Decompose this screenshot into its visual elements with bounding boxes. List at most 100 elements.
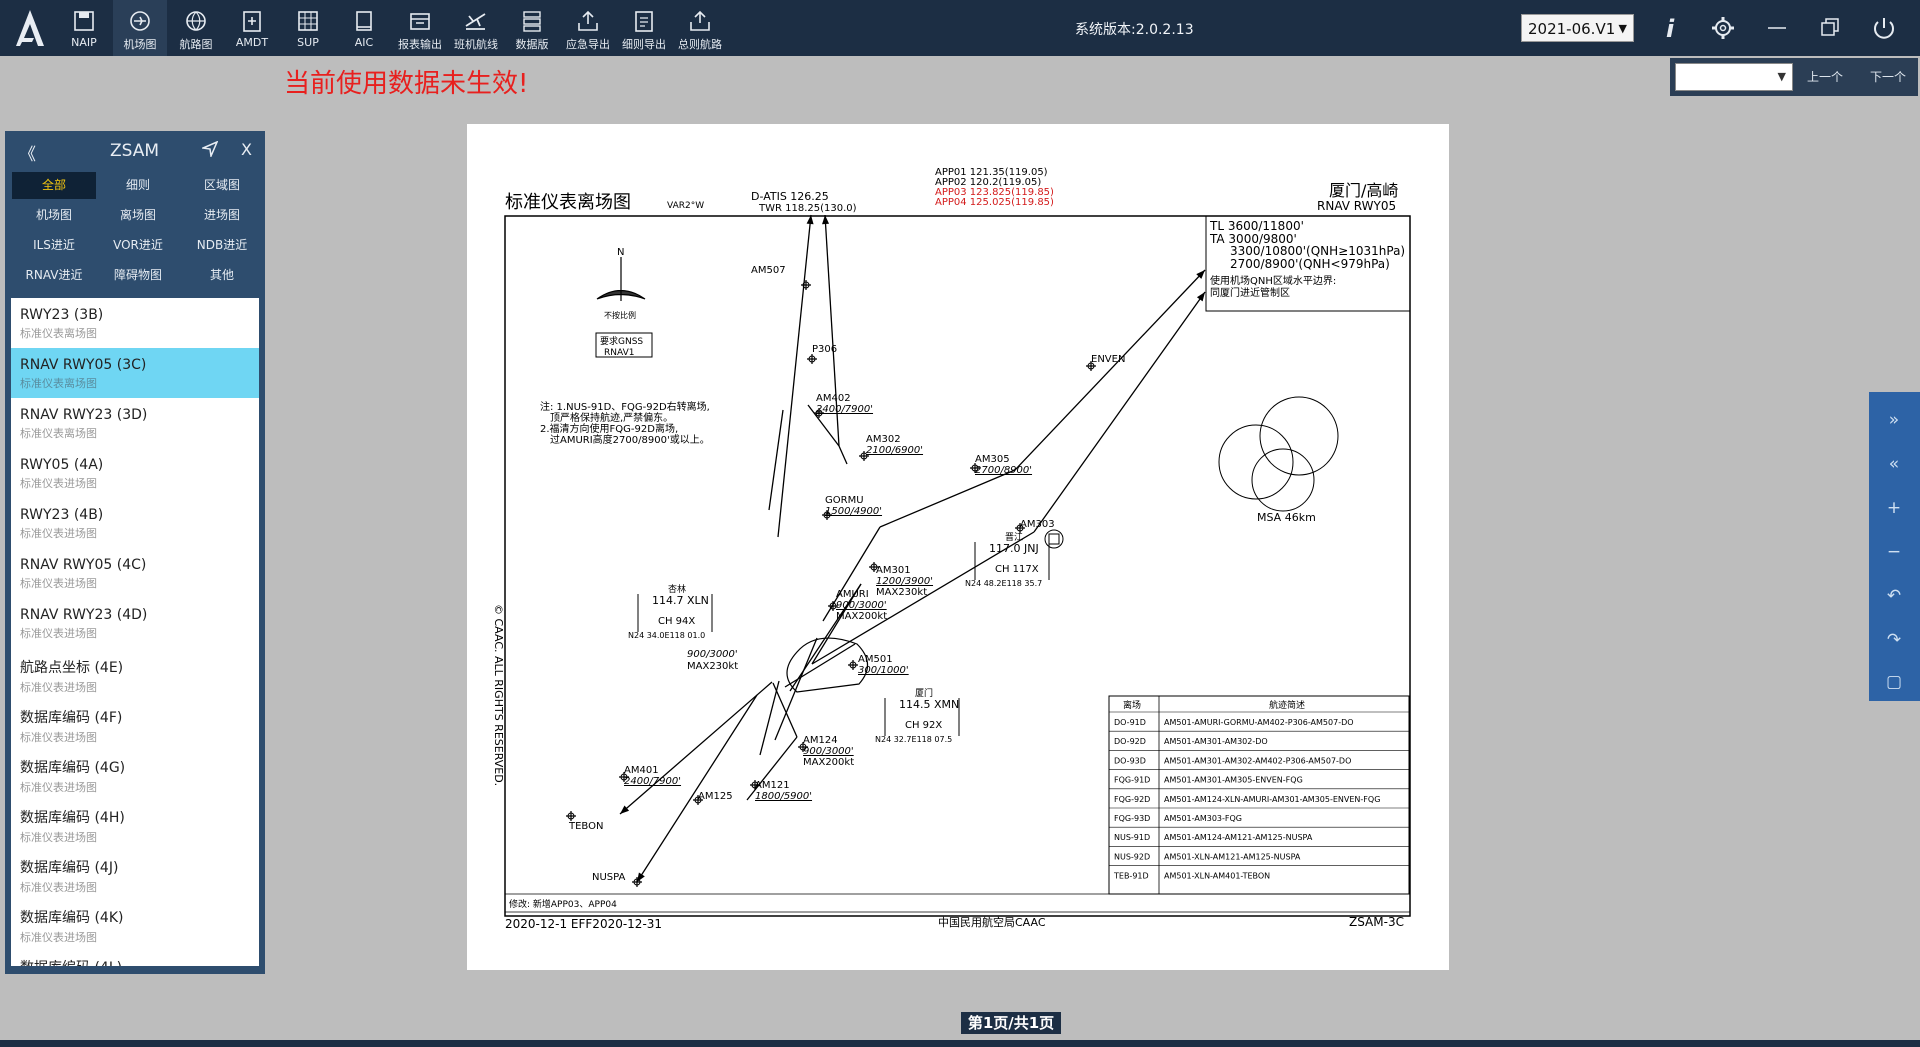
- filter-tab-8[interactable]: VOR进近: [96, 232, 180, 259]
- gear-icon[interactable]: [1708, 13, 1738, 43]
- table-route: AM501-AM124-AM121-AM125-NUSPA: [1164, 833, 1313, 842]
- toolbar-button-label: 应急导出: [566, 38, 610, 51]
- chart-list-item[interactable]: RNAV RWY23 (4D) 标准仪表进场图: [11, 598, 259, 648]
- chart-list-item[interactable]: RWY23 (4B) 标准仪表进场图: [11, 498, 259, 548]
- chart-list-item[interactable]: 数据库编码 (4F) 标准仪表进场图: [11, 698, 259, 748]
- chart-list-item[interactable]: 数据库编码 (4L): [11, 948, 259, 966]
- toolbar-button-2[interactable]: 机场图: [113, 0, 167, 56]
- waypoint-name: AM501: [858, 654, 893, 665]
- expand-icon[interactable]: »: [1883, 410, 1905, 432]
- copy-icon[interactable]: ▢: [1883, 672, 1905, 694]
- table-departure-code: DO-92D: [1114, 737, 1146, 746]
- chart-list-item[interactable]: 航路点坐标 (4E) 标准仪表进场图: [11, 648, 259, 698]
- chart-list-item-name: RWY23 (3B): [20, 307, 104, 323]
- table-route: AM501-AM301-AM302-DO: [1164, 737, 1268, 746]
- waypoint-name: AM402: [816, 393, 851, 404]
- atis-frequency: D-ATIS 126.25: [751, 190, 829, 203]
- export-icon: [578, 10, 598, 31]
- chart-list-item[interactable]: 数据库编码 (4J) 标准仪表进场图: [11, 848, 259, 898]
- filter-tab-1[interactable]: 全部: [12, 172, 96, 199]
- zoom-out-icon[interactable]: −: [1883, 542, 1905, 564]
- waypoint-altitude: 900/3000': [836, 600, 887, 611]
- chevron-down-icon: ▼: [1777, 70, 1786, 83]
- zoom-in-icon[interactable]: +: [1883, 498, 1905, 520]
- table-route: AM501-AM301-AM302-AM402-P306-AM507-DO: [1164, 756, 1351, 765]
- chart-list-item[interactable]: RWY23 (3B) 标准仪表离场图: [11, 298, 259, 348]
- chart-page: 标准仪表离场图 VAR2°W D-ATIS 126.25 TWR 118.25(130…: [467, 124, 1449, 970]
- filter-tab-7[interactable]: ILS进近: [12, 232, 96, 259]
- waypoint-name: AM301: [876, 565, 911, 576]
- app-logo: [16, 10, 44, 46]
- navaid-position: N24 48.2E118 35.7: [965, 579, 1042, 588]
- page-select[interactable]: ▼: [1675, 63, 1793, 91]
- filter-tab-10[interactable]: RNAV进近: [12, 262, 96, 289]
- chart-list-item-name: RNAV RWY05 (4C): [20, 557, 147, 573]
- navaid-channel: CH 94X: [658, 616, 695, 627]
- undo-icon[interactable]: ↶: [1883, 586, 1905, 608]
- waypoint-name: AM121: [755, 780, 790, 791]
- toolbar-button-1[interactable]: NAIP: [57, 0, 111, 56]
- chart-list-item-name: 数据库编码 (4G): [20, 760, 126, 776]
- route-fqg-93: [1033, 291, 1206, 533]
- chart-list-item-type: 标准仪表离场图: [20, 427, 97, 440]
- toolbar-button-5[interactable]: SUP: [281, 0, 335, 56]
- toolbar-button-10[interactable]: 应急导出: [561, 0, 615, 56]
- chart-list-item[interactable]: 数据库编码 (4H) 标准仪表进场图: [11, 798, 259, 848]
- magnetic-variation: VAR2°W: [667, 201, 704, 211]
- chart-list-item[interactable]: 数据库编码 (4G) 标准仪表进场图: [11, 748, 259, 798]
- route-line: [772, 682, 798, 738]
- route-line: [759, 680, 780, 756]
- top-toolbar: NAIP 机场图 航路图 AMDT SUP AIC 报表输出 班机航线 数据版 应急导出 细则导出总…: [0, 0, 1920, 56]
- info-icon[interactable]: i: [1656, 13, 1686, 43]
- collapse-icon[interactable]: «: [1883, 454, 1905, 476]
- toolbar-button-9[interactable]: 数据版: [505, 0, 559, 56]
- chart-code: ZSAM-3C: [1349, 915, 1404, 929]
- restore-icon[interactable]: [1815, 13, 1845, 43]
- navaid-channel: CH 92X: [905, 720, 942, 731]
- chart-list-item-name: 数据库编码 (4J): [20, 860, 119, 876]
- toolbar-button-12[interactable]: 总则航路: [673, 0, 727, 56]
- chart-list-item[interactable]: RNAV RWY23 (3D) 标准仪表离场图: [11, 398, 259, 448]
- route-arrow: [1196, 292, 1205, 302]
- toolbar-button-8[interactable]: 班机航线: [449, 0, 503, 56]
- filter-tab-4[interactable]: 机场图: [12, 202, 96, 229]
- table-departure-code: FQG-91D: [1114, 776, 1150, 785]
- locate-icon[interactable]: [200, 140, 219, 161]
- table-departure-code: FQG-92D: [1114, 795, 1150, 804]
- filter-tab-12[interactable]: 其他: [180, 262, 264, 289]
- filter-tab-9[interactable]: NDB进近: [180, 232, 264, 259]
- chart-list-item-type: 标准仪表进场图: [20, 527, 97, 540]
- msa-label: MSA 46km: [1257, 511, 1316, 524]
- toolbar-button-7[interactable]: 报表输出: [393, 0, 447, 56]
- redo-icon[interactable]: ↷: [1883, 630, 1905, 652]
- chart-list-item[interactable]: RNAV RWY05 (4C) 标准仪表进场图: [11, 548, 259, 598]
- report-icon: [410, 13, 430, 30]
- table-departure-code: DO-93D: [1114, 756, 1146, 765]
- prev-button[interactable]: 上一个: [1807, 68, 1843, 85]
- aic-icon: [356, 11, 372, 31]
- chart-list-item[interactable]: RNAV RWY05 (3C) 标准仪表离场图: [11, 348, 259, 398]
- minimize-icon[interactable]: [1762, 13, 1792, 43]
- filter-tab-2[interactable]: 细则: [96, 172, 180, 199]
- power-icon[interactable]: [1869, 13, 1899, 43]
- close-panel-button[interactable]: X: [241, 140, 252, 159]
- navaid-frequency: 114.5 XMN: [899, 698, 959, 711]
- toolbar-button-11[interactable]: 细则导出: [617, 0, 671, 56]
- filter-tab-3[interactable]: 区域图: [180, 172, 264, 199]
- scale-note: 不按比例: [604, 310, 636, 320]
- filter-tab-5[interactable]: 离场图: [96, 202, 180, 229]
- chart-note: 注: 1.NUS-91D、FQG-92D右转离场,: [540, 400, 710, 413]
- waypoint-name: AM124: [803, 735, 838, 746]
- navaid-channel: CH 117X: [995, 564, 1039, 575]
- next-button[interactable]: 下一个: [1870, 68, 1906, 85]
- collapse-button[interactable]: 《: [19, 140, 36, 165]
- filter-tab-6[interactable]: 进场图: [180, 202, 264, 229]
- toolbar-button-3[interactable]: 航路图: [169, 0, 223, 56]
- toolbar-button-6[interactable]: AIC: [337, 0, 391, 56]
- chart-list-item[interactable]: RWY05 (4A) 标准仪表进场图: [11, 448, 259, 498]
- cycle-select[interactable]: 2021-06.V1 ▼: [1521, 14, 1634, 42]
- waypoint-name: GORMU: [825, 495, 864, 506]
- toolbar-button-4[interactable]: AMDT: [225, 0, 279, 56]
- filter-tab-11[interactable]: 障碍物图: [96, 262, 180, 289]
- chart-list-item[interactable]: 数据库编码 (4K) 标准仪表进场图: [11, 898, 259, 948]
